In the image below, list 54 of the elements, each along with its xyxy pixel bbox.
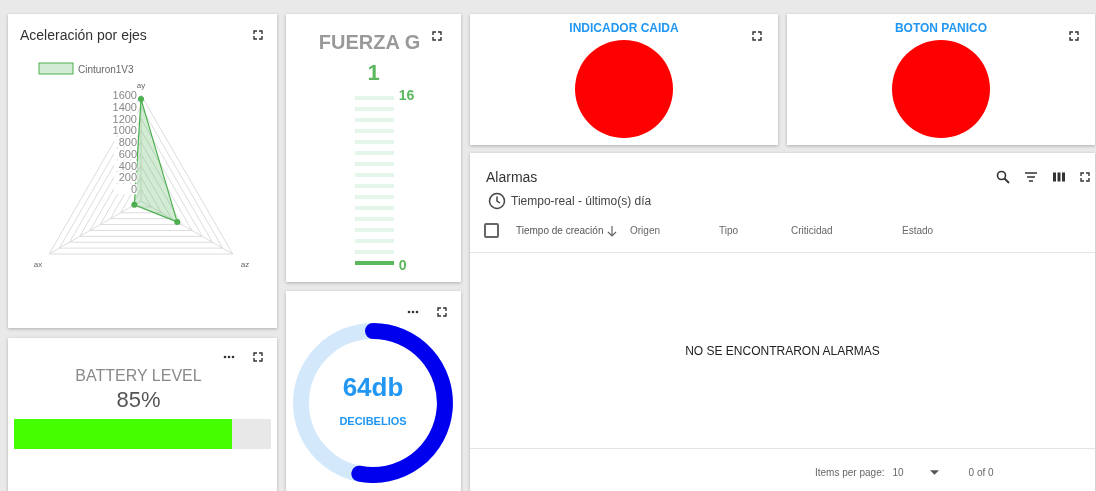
card-title: INDICADOR CAIDA: [569, 21, 679, 35]
data-point: [174, 218, 181, 225]
expand-icon[interactable]: [752, 31, 762, 41]
axis-label: ax: [33, 260, 43, 269]
card-title: FUERZA G: [318, 31, 421, 54]
card-title: Aceleración por ejes: [20, 27, 147, 43]
tick-label: 1000: [112, 124, 137, 137]
tick-label: 0: [130, 183, 137, 196]
gauge-value: 64db: [342, 371, 404, 403]
column-header: Origen: [630, 225, 660, 236]
items-per-page-label: Items per page:: [815, 467, 885, 478]
time-window-label: Tiempo-real - último(s) día: [511, 194, 652, 208]
scale-label: 16: [398, 88, 415, 102]
axis-label: ay: [136, 81, 146, 90]
expand-icon[interactable]: [1080, 172, 1090, 182]
tick-label: 1600: [112, 89, 137, 101]
expand-icon[interactable]: [432, 31, 443, 41]
legend-label: Cinturon1V3: [78, 64, 134, 75]
columns-icon[interactable]: [1052, 170, 1066, 184]
gauge-label: DECIBELIOS: [339, 414, 407, 427]
card-title: BATTERY LEVEL: [75, 367, 202, 385]
tick-label: 1400: [112, 100, 137, 113]
scale-label: 0: [398, 258, 408, 272]
axis-label: az: [240, 260, 250, 269]
expand-icon[interactable]: [253, 352, 263, 362]
column-header: Tipo: [719, 225, 739, 236]
column-header: Tiempo de creación: [516, 225, 604, 236]
data-point: [138, 96, 144, 103]
tick-label: 400: [118, 159, 137, 172]
search-icon[interactable]: [996, 170, 1010, 184]
caret-icon: [929, 470, 939, 475]
empty-message: NO SE ENCONTRARON ALARMAS: [685, 343, 880, 358]
tick-label: 800: [118, 136, 137, 149]
tick-label: 200: [118, 171, 137, 184]
expand-icon[interactable]: [437, 307, 447, 317]
more-icon[interactable]: [407, 310, 419, 314]
column-header: Criticidad: [791, 225, 833, 236]
expand-icon[interactable]: [1069, 31, 1079, 41]
column-header: Estado: [902, 225, 934, 236]
page-size-select[interactable]: 10: [892, 467, 939, 478]
tick-label: 1200: [112, 112, 137, 125]
card-title: Alarmas: [486, 169, 538, 185]
filter-icon[interactable]: [1024, 170, 1038, 184]
select-all-checkbox[interactable]: [484, 223, 499, 238]
more-icon[interactable]: [223, 355, 235, 359]
tick-label: 600: [118, 147, 137, 160]
data-point: [131, 201, 138, 208]
card-title: BOTON PANICO: [894, 21, 988, 35]
legend-swatch: [38, 62, 74, 75]
expand-icon[interactable]: [253, 30, 263, 40]
battery-reading: 85%: [116, 387, 161, 413]
page-range: 0 of 0: [968, 467, 994, 478]
gauge-value: 1: [367, 60, 380, 86]
clock-icon: [488, 192, 506, 210]
